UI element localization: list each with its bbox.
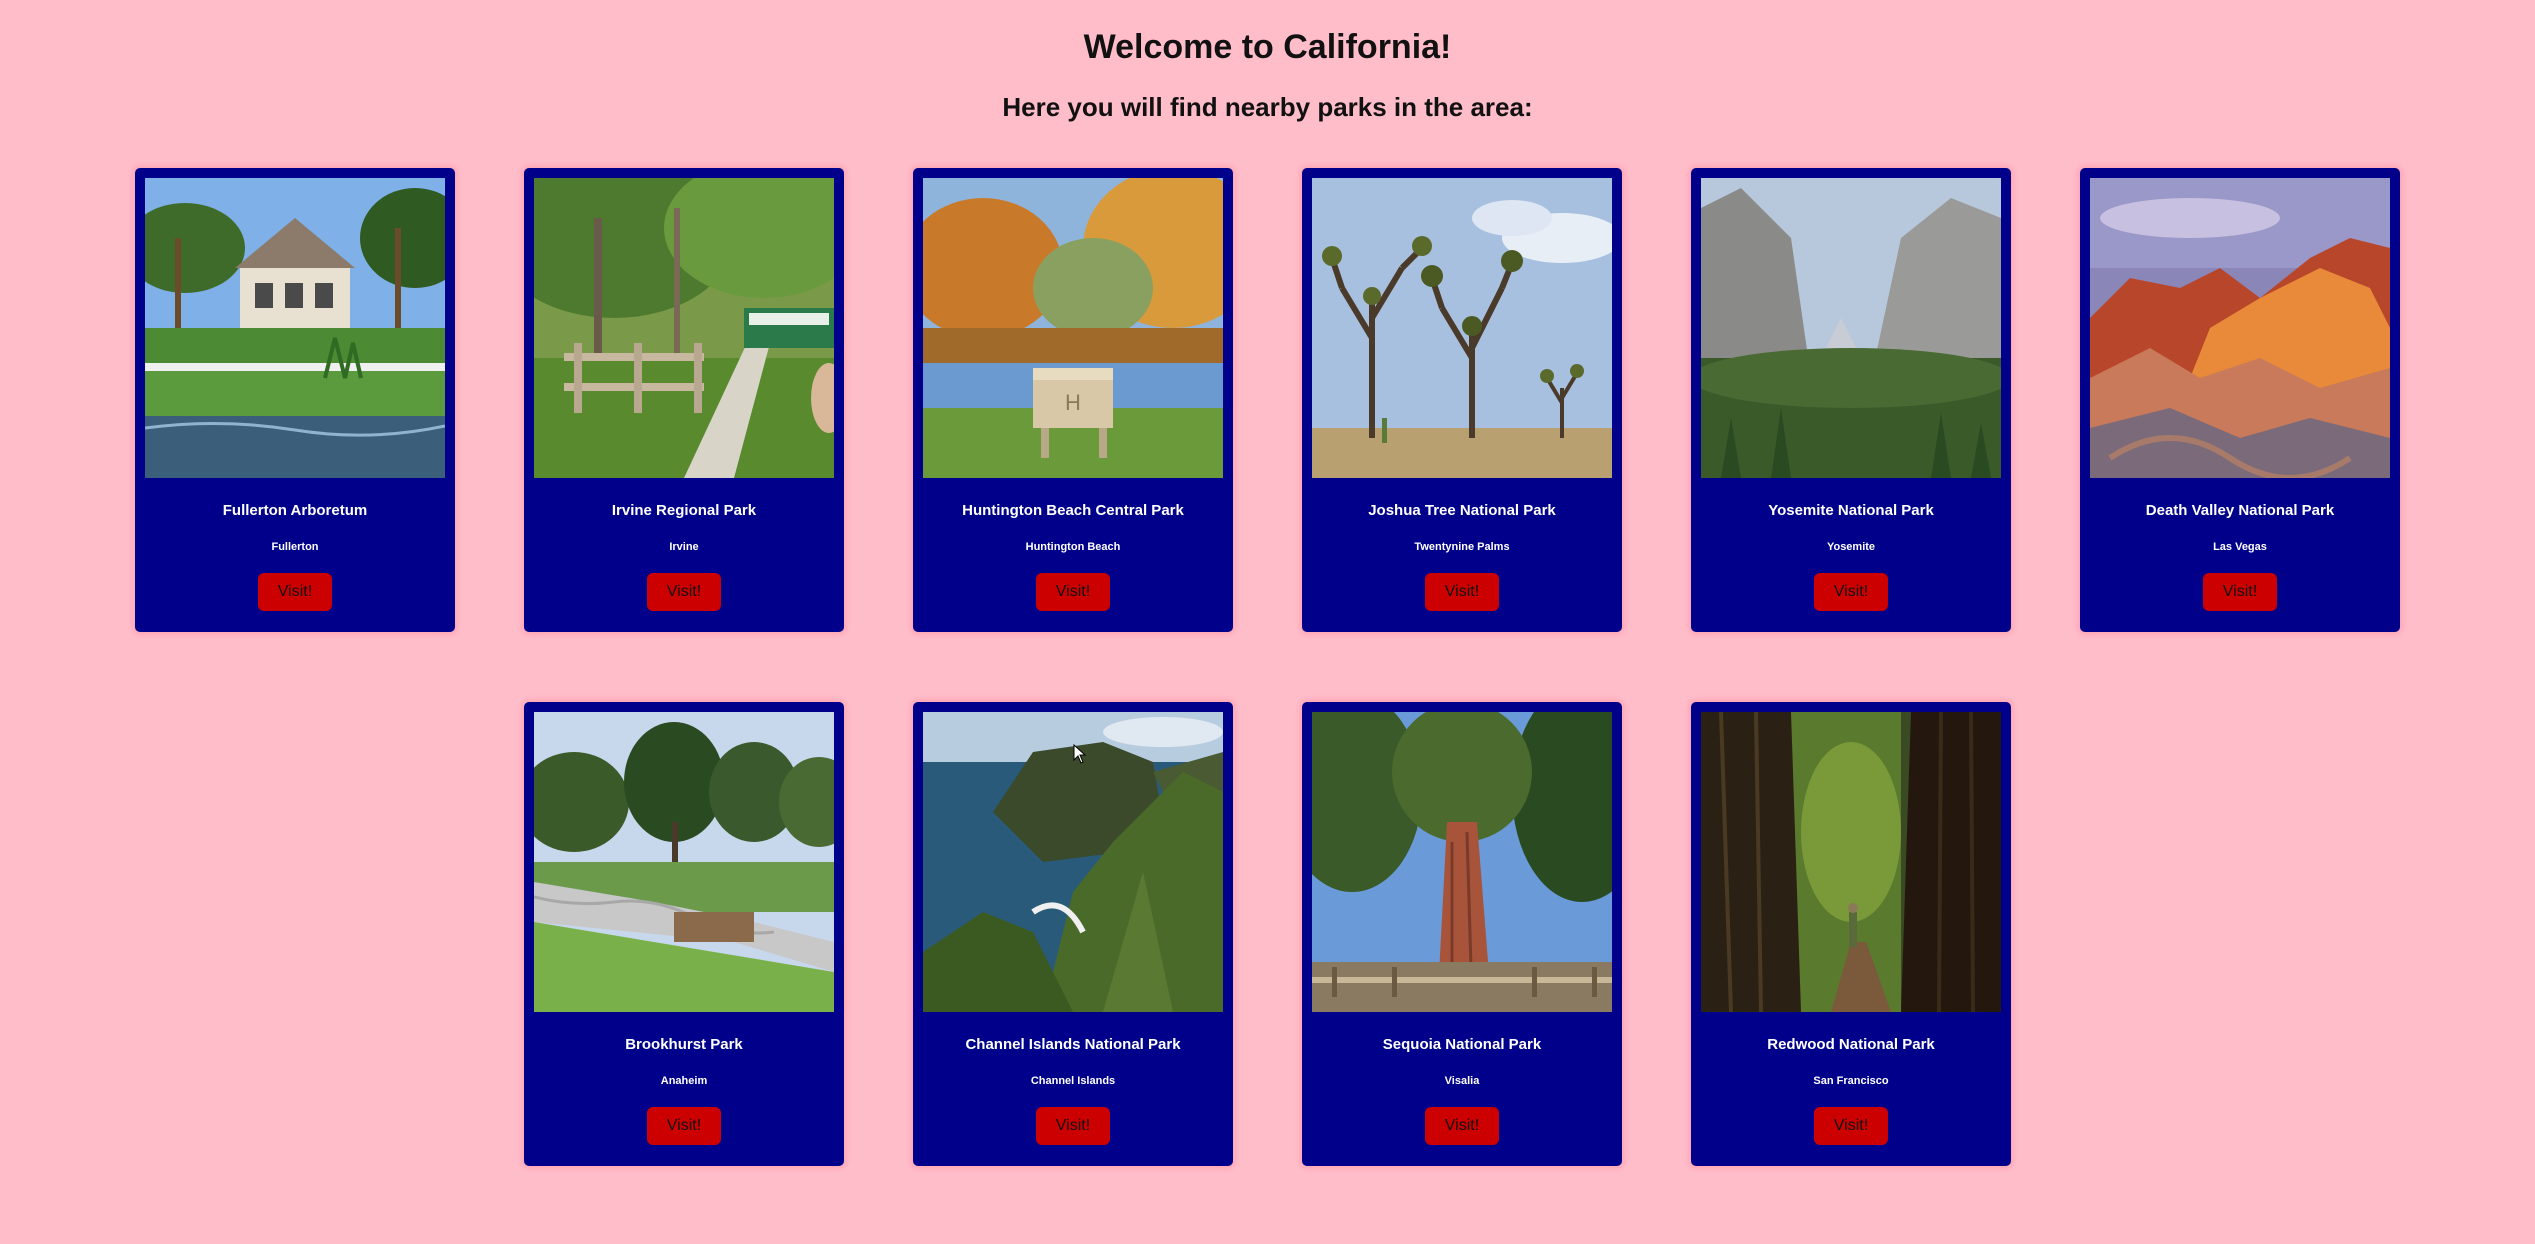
visit-button[interactable]: Visit! [1425,573,1499,611]
park-card: Irvine Regional Park Irvine Visit! [524,168,844,632]
visit-button[interactable]: Visit! [647,573,721,611]
visit-button[interactable]: Visit! [1814,1107,1888,1145]
park-row-1: Fullerton Arboretum Fullerton Visit! Irv… [0,168,2535,632]
park-card: Fullerton Arboretum Fullerton Visit! [135,168,455,632]
visit-button[interactable]: Visit! [1036,573,1110,611]
park-card: Death Valley National Park Las Vegas Vis… [2080,168,2400,632]
park-city: Yosemite [1826,541,1876,553]
park-row-2: Brookhurst Park Anaheim Visit! Channel I… [0,702,2535,1166]
park-city: Twentynine Palms [1414,541,1510,553]
park-city: Huntington Beach [1025,541,1121,553]
park-card: Brookhurst Park Anaheim Visit! [524,702,844,1166]
park-name: Redwood National Park [1767,1036,1935,1053]
park-name: Channel Islands National Park [965,1036,1181,1053]
park-photo [1312,178,1612,478]
park-photo [1312,712,1612,1012]
park-name: Huntington Beach Central Park [962,502,1184,519]
park-name: Fullerton Arboretum [222,502,368,519]
visit-button[interactable]: Visit! [1425,1107,1499,1145]
park-city: Anaheim [660,1075,708,1087]
park-photo [534,178,834,478]
park-name: Death Valley National Park [2145,502,2335,519]
mouse-cursor-icon [1073,744,1087,764]
visit-button[interactable]: Visit! [1036,1107,1110,1145]
park-card: Redwood National Park San Francisco Visi… [1691,702,2011,1166]
park-name: Irvine Regional Park [611,502,757,519]
park-name: Yosemite National Park [1768,502,1934,519]
visit-button[interactable]: Visit! [647,1107,721,1145]
page: Welcome to California! Here you will fin… [0,0,2535,1244]
park-name: Joshua Tree National Park [1368,502,1556,519]
park-card: Sequoia National Park Visalia Visit! [1302,702,1622,1166]
park-photo: H [923,178,1223,478]
park-photo [2090,178,2390,478]
park-city: Las Vegas [2213,541,2267,553]
park-card: H Huntington Beach Central Park Huntingt… [913,168,1233,632]
park-city: San Francisco [1813,1075,1889,1087]
park-card: Joshua Tree National Park Twentynine Pal… [1302,168,1622,632]
page-subtitle: Here you will find nearby parks in the a… [1002,92,1533,122]
park-photo [534,712,834,1012]
park-city: Fullerton [271,541,319,553]
park-name: Brookhurst Park [625,1036,743,1053]
park-name: Sequoia National Park [1382,1036,1542,1053]
visit-button[interactable]: Visit! [2203,573,2277,611]
park-city: Irvine [669,541,699,553]
park-card: Yosemite National Park Yosemite Visit! [1691,168,2011,632]
park-city: Visalia [1444,1075,1480,1087]
park-photo [1701,712,2001,1012]
park-card: Channel Islands National Park Channel Is… [913,702,1233,1166]
visit-button[interactable]: Visit! [258,573,332,611]
svg-text:H: H [1065,390,1081,415]
page-title: Welcome to California! [1083,28,1452,66]
visit-button[interactable]: Visit! [1814,573,1888,611]
park-city: Channel Islands [1030,1075,1116,1087]
park-photo [145,178,445,478]
park-photo [1701,178,2001,478]
